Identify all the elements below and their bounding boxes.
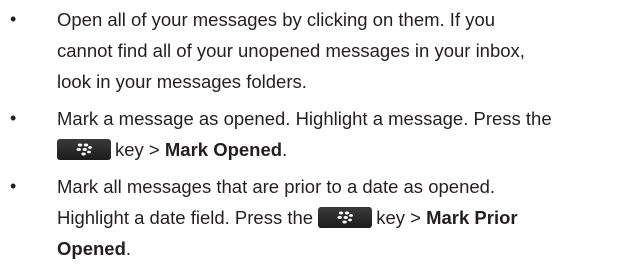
item-text-line: Mark all messages that are prior to a da…: [57, 176, 496, 197]
item-text-line: key > Mark Opened.: [57, 134, 287, 165]
key-text: key >: [115, 139, 165, 160]
instruction-text: Highlight a date field. Press the: [57, 207, 314, 228]
blackberry-menu-key-icon: [57, 139, 111, 160]
blackberry-menu-key-icon: [318, 207, 373, 228]
bullet: •: [10, 176, 17, 196]
menu-command: Mark Opened: [164, 139, 283, 160]
period: .: [282, 139, 288, 160]
period: .: [125, 238, 132, 259]
key-text: key >: [376, 207, 427, 228]
menu-command: Opened: [57, 238, 126, 259]
menu-command: Mark Prior: [426, 207, 518, 228]
item-text-line: Open all of your messages by clicking on…: [57, 9, 496, 30]
bullet: •: [10, 108, 17, 128]
item-text-line: Opened.: [57, 233, 131, 264]
bullet: •: [10, 9, 17, 29]
item-text-line: look in your messages folders.: [57, 71, 307, 92]
item-text-line: Mark a message as opened. Highlight a me…: [57, 108, 552, 129]
item-text-line: cannot find all of your unopened message…: [57, 40, 525, 61]
item-text-line: Highlight a date field. Press the key > …: [57, 202, 518, 233]
